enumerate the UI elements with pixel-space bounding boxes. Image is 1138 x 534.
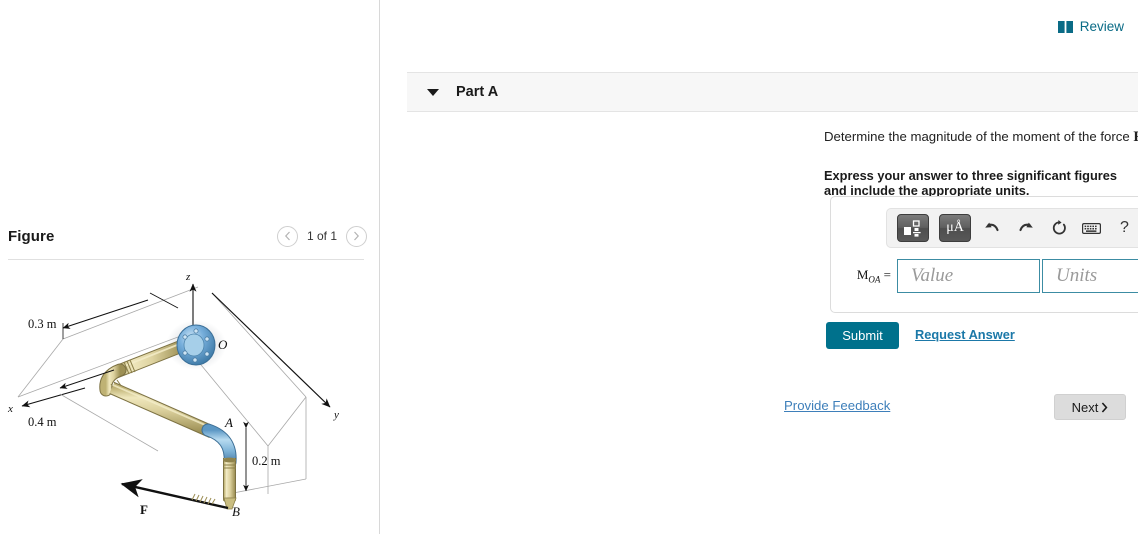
answer-entry-box: μÅ ? MOA = Value Units (830, 196, 1138, 313)
keyboard-icon[interactable] (1080, 222, 1103, 235)
figure-header: Figure 1 of 1 (8, 218, 367, 254)
figure-divider (8, 259, 364, 260)
dimension-0-4m: 0.4 m (28, 369, 159, 452)
point-label-o: O (218, 337, 228, 352)
force-symbol: F (1133, 129, 1138, 145)
question-block: Determine the magnitude of the moment of… (824, 126, 1138, 149)
answer-field-row: MOA = Value Units (839, 259, 1138, 293)
chevron-left-icon (284, 231, 290, 241)
figure-pane: Figure 1 of 1 z x y F O A B 0.3 m 0.4 m … (0, 0, 380, 534)
page-root: Figure 1 of 1 z x y F O A B 0.3 m 0.4 m … (0, 0, 1138, 534)
keyboard-glyph-icon (1082, 222, 1101, 234)
undo-glyph-icon (985, 222, 999, 231)
value-input[interactable]: Value (897, 259, 1040, 293)
book-icon (1057, 20, 1073, 33)
point-label-a: A (224, 415, 233, 430)
math-template-icon[interactable] (897, 214, 929, 242)
redo-glyph-icon (1019, 222, 1033, 231)
figure-prev-button[interactable] (276, 225, 298, 247)
axis-label-y: y (333, 409, 339, 421)
part-a-label: Part A (456, 84, 499, 100)
dimension-0-2m: 0.2 m (243, 421, 281, 492)
pipe-segment-a-to-b (223, 457, 236, 503)
dimension-label-0-2m: 0.2 m (252, 454, 281, 468)
dimension-label-0-3m: 0.3 m (28, 317, 57, 331)
point-label-b: B (232, 504, 240, 519)
part-a-header[interactable]: Part A (407, 72, 1138, 112)
pipe-assembly-diagram: z x y F O A B 0.3 m 0.4 m 0.2 m (0, 266, 380, 534)
units-button-label: μÅ (946, 220, 964, 235)
chevron-right-icon (1102, 401, 1108, 413)
moment-symbol: M (856, 267, 869, 283)
content-pane: Review Part A Determine the magnitude of… (380, 0, 1138, 534)
pipe-elbow-blue-at-a (201, 423, 237, 469)
template-glyph-icon (904, 219, 921, 237)
units-input[interactable]: Units (1042, 259, 1138, 293)
reset-glyph-icon (1052, 220, 1066, 235)
provide-feedback-link[interactable]: Provide Feedback (784, 398, 890, 413)
axis-label-z: z (185, 271, 191, 283)
value-placeholder: Value (911, 265, 954, 286)
diagram-svg: z x y F O A B 0.3 m 0.4 m 0.2 m (7, 271, 339, 519)
request-answer-link[interactable]: Request Answer (915, 327, 1015, 342)
flange-at-o (176, 324, 216, 366)
moment-equals: = (883, 267, 891, 283)
question-text: Determine the magnitude of the moment of… (824, 126, 1138, 149)
dimension-0-3m: 0.3 m (28, 292, 179, 339)
chevron-right-icon (354, 231, 360, 241)
moment-subscript: OA (868, 274, 881, 285)
dimension-label-0-4m: 0.4 m (28, 415, 57, 429)
figure-next-button[interactable] (346, 225, 367, 247)
help-label: ? (1120, 219, 1129, 236)
figure-title: Figure (8, 227, 55, 245)
instruction-text: Express your answer to three significant… (824, 168, 1117, 198)
review-button[interactable]: Review (1057, 19, 1124, 34)
pipe-segment-elbow-to-a (109, 382, 215, 438)
reset-circular-arrow-icon[interactable] (1047, 220, 1070, 236)
redo-arrow-icon[interactable] (1014, 221, 1037, 236)
force-label-f: F (140, 502, 148, 517)
axis-label-x: x (7, 403, 13, 415)
force-arrow-f (120, 479, 229, 510)
moment-label: MOA = (839, 267, 897, 285)
review-label: Review (1079, 19, 1124, 34)
next-label: Next (1071, 399, 1099, 415)
undo-arrow-icon[interactable] (981, 221, 1004, 236)
submit-button[interactable]: Submit (826, 322, 899, 349)
next-button[interactable]: Next (1054, 394, 1126, 420)
answer-toolbar: μÅ ? (886, 208, 1138, 248)
figure-counter: 1 of 1 (306, 229, 337, 243)
micro-angstrom-units-icon[interactable]: μÅ (939, 214, 971, 242)
units-placeholder: Units (1056, 265, 1098, 286)
figure-navigation: 1 of 1 (276, 225, 367, 247)
caret-down-icon[interactable] (427, 88, 439, 96)
question-mark-icon[interactable]: ? (1113, 219, 1136, 237)
question-lead: Determine the magnitude of the moment of… (824, 129, 1130, 144)
